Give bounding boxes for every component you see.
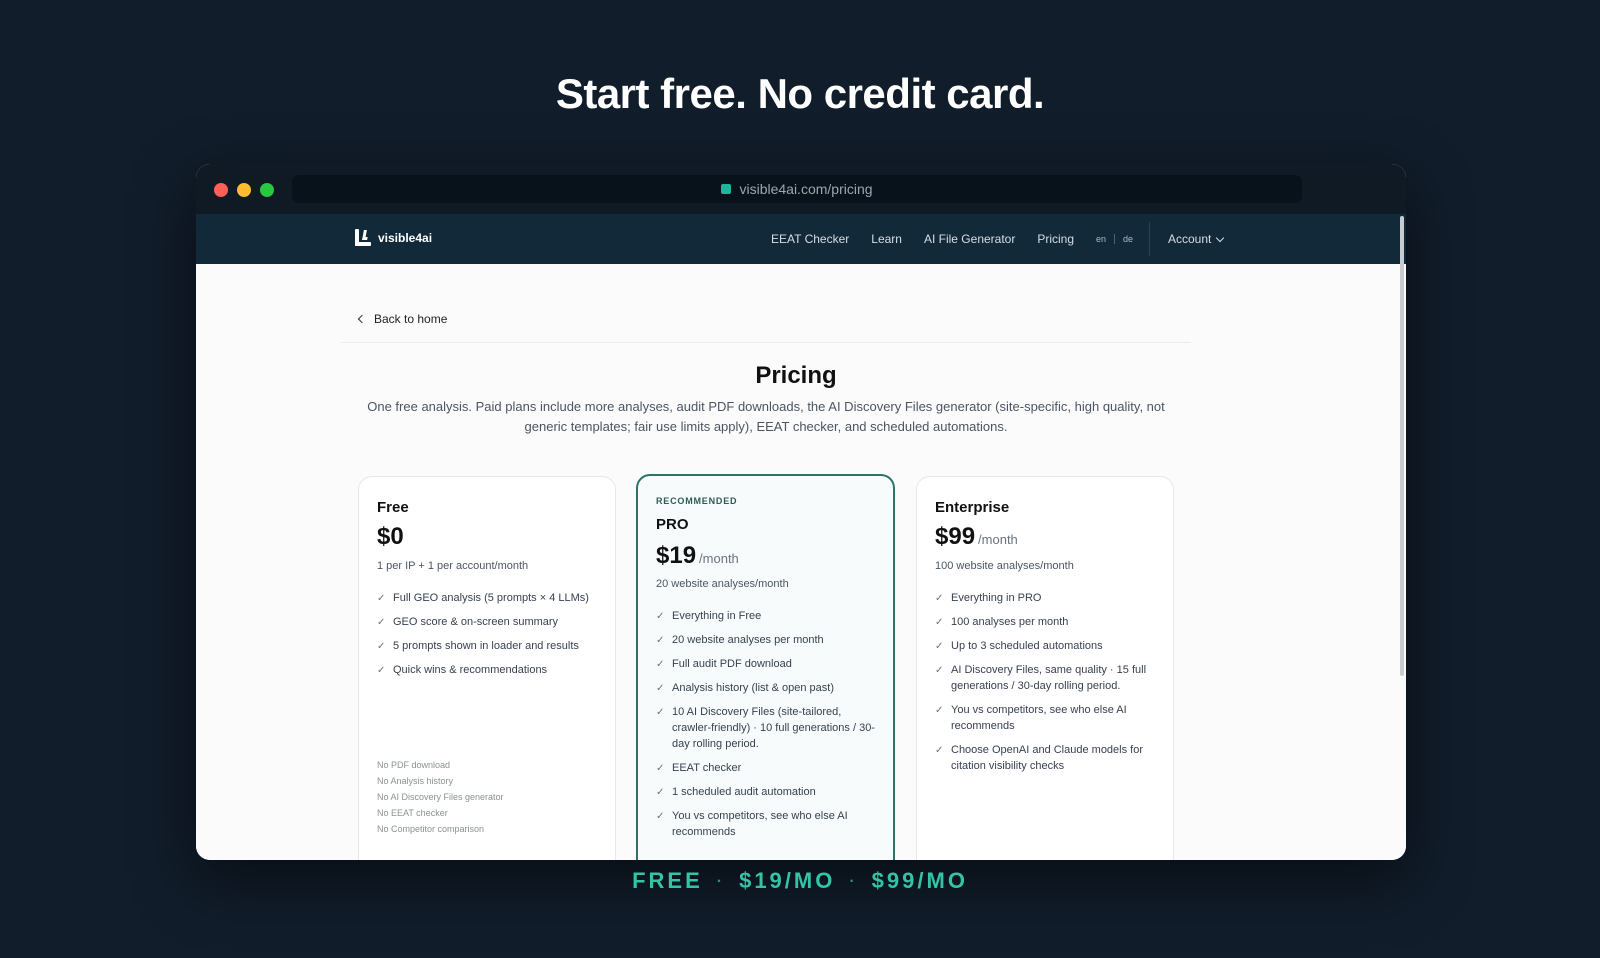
feature-item: You vs competitors, see who else AI reco… bbox=[935, 702, 1159, 734]
lang-separator bbox=[1114, 234, 1116, 244]
back-label: Back to home bbox=[374, 312, 448, 326]
feature-item: Quick wins & recommendations bbox=[377, 662, 601, 679]
feature-item: You vs competitors, see who else AI reco… bbox=[656, 808, 879, 840]
logo-icon bbox=[355, 229, 371, 246]
plan-price: $19 bbox=[656, 542, 697, 569]
recommended-badge: RECOMMENDED bbox=[656, 496, 738, 506]
chevron-down-icon bbox=[1216, 233, 1225, 242]
minimize-window-dot[interactable] bbox=[237, 183, 251, 197]
plan-subtitle: 1 per IP + 1 per account/month bbox=[377, 560, 529, 572]
browser-window: visible4ai.com/pricing visible4ai EEAT C… bbox=[196, 164, 1406, 860]
feature-item: Full audit PDF download bbox=[656, 656, 879, 673]
feature-item: 100 analyses per month bbox=[935, 614, 1159, 631]
feature-item: Analysis history (list & open past) bbox=[656, 680, 879, 697]
close-window-dot[interactable] bbox=[214, 183, 228, 197]
feature-list: Full GEO analysis (5 prompts × 4 LLMs) G… bbox=[377, 590, 601, 686]
plan-card-pro: RECOMMENDED PRO $19 /month 20 website an… bbox=[636, 474, 895, 860]
feature-item: 5 prompts shown in loader and results bbox=[377, 638, 601, 655]
feature-item: 10 AI Discovery Files (site-tailored, cr… bbox=[656, 704, 879, 752]
excluded-item: No AI Discovery Files generator bbox=[377, 792, 504, 802]
lang-en[interactable]: en bbox=[1096, 234, 1106, 244]
feature-item: Everything in PRO bbox=[935, 590, 1159, 607]
page-title: Pricing bbox=[755, 362, 837, 389]
plan-name: Free bbox=[377, 499, 409, 516]
browser-chrome: visible4ai.com/pricing bbox=[196, 164, 1406, 214]
account-menu[interactable]: Account bbox=[1168, 214, 1225, 264]
summary-pro: $19/MO bbox=[739, 868, 836, 893]
feature-item: Full GEO analysis (5 prompts × 4 LLMs) bbox=[377, 590, 601, 607]
site-navbar: visible4ai EEAT Checker Learn AI File Ge… bbox=[196, 214, 1406, 264]
summary-separator: · bbox=[716, 873, 726, 891]
lang-de[interactable]: de bbox=[1123, 234, 1133, 244]
plan-price: $0 bbox=[377, 523, 404, 550]
price-row: $99 /month bbox=[935, 523, 1018, 551]
plan-subtitle: 100 website analyses/month bbox=[935, 560, 1074, 572]
feature-item: Everything in Free bbox=[656, 608, 879, 625]
excluded-item: No Competitor comparison bbox=[377, 824, 485, 834]
summary-separator: · bbox=[849, 873, 858, 891]
feature-item: AI Discovery Files, same quality · 15 fu… bbox=[935, 662, 1159, 694]
excluded-item: No EEAT checker bbox=[377, 808, 448, 818]
nav-divider bbox=[1149, 222, 1150, 256]
feature-item: GEO score & on-screen summary bbox=[377, 614, 601, 631]
headline: Start free. No credit card. bbox=[555, 70, 1045, 117]
url-text: visible4ai.com/pricing bbox=[739, 181, 873, 197]
logo-text: visible4ai bbox=[378, 230, 433, 245]
back-to-home-link[interactable]: Back to home bbox=[357, 312, 448, 326]
plan-name: PRO bbox=[656, 516, 689, 533]
plan-period: /month bbox=[978, 532, 1018, 547]
nav-link-pricing[interactable]: Pricing bbox=[1037, 232, 1074, 246]
summary-enterprise: $99/MO bbox=[871, 868, 968, 893]
plan-subtitle: 20 website analyses/month bbox=[656, 578, 789, 590]
excluded-item: No Analysis history bbox=[377, 776, 454, 786]
nav-link-learn[interactable]: Learn bbox=[871, 232, 902, 246]
account-label: Account bbox=[1168, 232, 1212, 246]
plan-price: $99 bbox=[935, 523, 976, 550]
nav-links: EEAT Checker Learn AI File Generator Pri… bbox=[771, 214, 1133, 264]
feature-item: 20 website analyses per month bbox=[656, 632, 879, 649]
page-description: One free analysis. Paid plans include mo… bbox=[367, 399, 1165, 434]
feature-list: Everything in PRO 100 analyses per month… bbox=[935, 590, 1159, 782]
secure-icon bbox=[721, 184, 732, 194]
address-bar[interactable]: visible4ai.com/pricing bbox=[292, 175, 1302, 203]
plan-period: /month bbox=[699, 551, 739, 566]
nav-link-ai-file-generator[interactable]: AI File Generator bbox=[924, 232, 1015, 246]
summary-free: FREE bbox=[632, 868, 703, 893]
plan-card-enterprise: Enterprise $99 /month 100 website analys… bbox=[916, 476, 1174, 860]
feature-item: Up to 3 scheduled automations bbox=[935, 638, 1159, 655]
feature-item: EEAT checker bbox=[656, 760, 879, 777]
feature-item: Choose OpenAI and Claude models for cita… bbox=[935, 742, 1159, 774]
feature-list: Everything in Free 20 website analyses p… bbox=[656, 608, 879, 848]
feature-item: 1 scheduled audit automation bbox=[656, 784, 879, 801]
maximize-window-dot[interactable] bbox=[260, 183, 274, 197]
excluded-list: No PDF download No Analysis history No A… bbox=[377, 757, 504, 837]
plan-card-free: Free $0 1 per IP + 1 per account/month F… bbox=[358, 476, 616, 860]
pricing-summary: FREE · $19/MO · $99/MO bbox=[0, 868, 1600, 894]
page-content: Back to home Pricing One free analysis. … bbox=[196, 264, 1406, 860]
chevron-left-icon bbox=[357, 314, 367, 324]
price-row: $19 /month bbox=[656, 542, 739, 570]
nav-link-eeat-checker[interactable]: EEAT Checker bbox=[771, 232, 849, 246]
plan-name: Enterprise bbox=[935, 499, 1010, 516]
divider bbox=[341, 342, 1191, 343]
page-scrollbar[interactable] bbox=[1400, 216, 1404, 676]
excluded-item: No PDF download bbox=[377, 760, 451, 770]
price-row: $0 bbox=[377, 523, 404, 551]
site-logo[interactable]: visible4ai bbox=[355, 229, 432, 246]
